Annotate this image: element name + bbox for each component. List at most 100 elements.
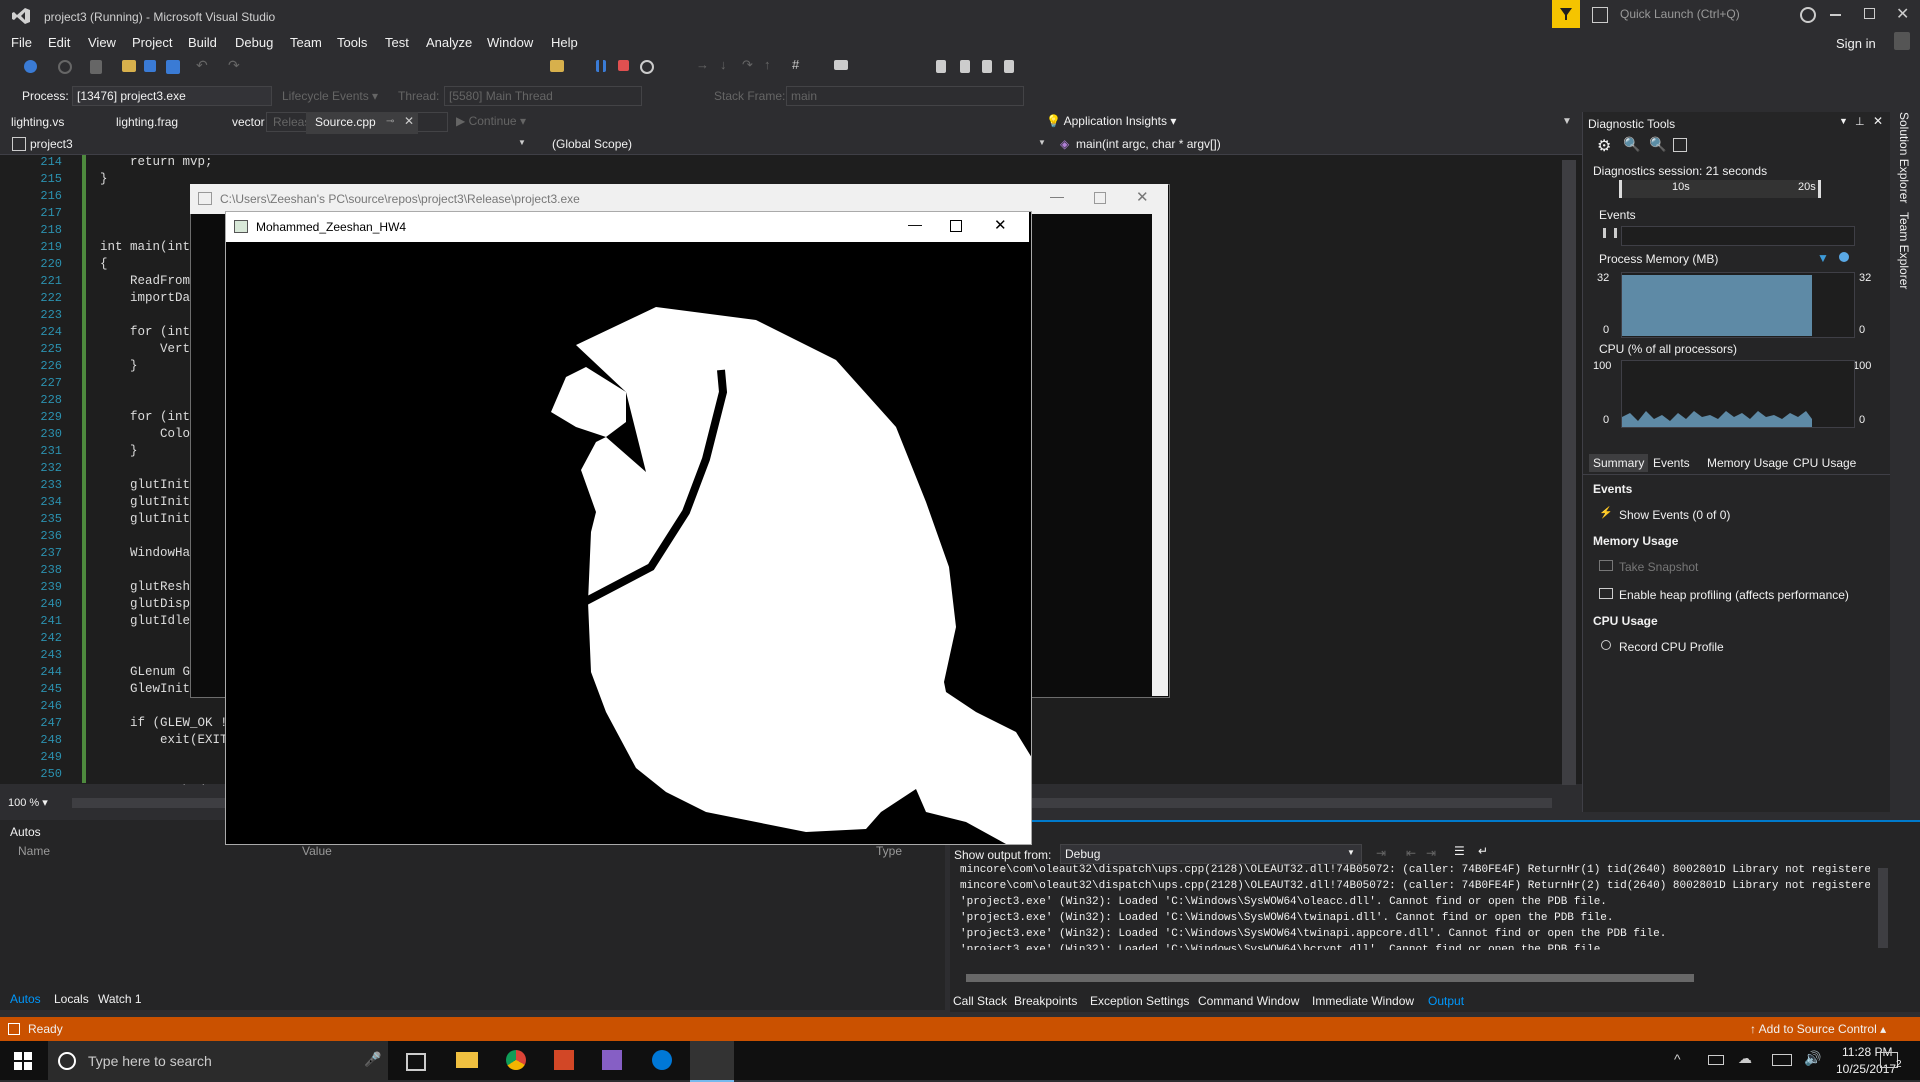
process-icon[interactable] [550, 60, 564, 72]
settings-gear-icon[interactable]: ⚙ [1597, 136, 1611, 156]
step-over-icon[interactable]: ↷ [742, 57, 758, 73]
cloud-icon[interactable]: ☁ [1738, 1050, 1752, 1067]
minimize-button[interactable] [1830, 14, 1841, 16]
project-dropdown[interactable]: project3 ▼ [8, 135, 528, 153]
tab-overflow-icon[interactable]: ▼ [1562, 116, 1572, 127]
show-next-statement-icon[interactable]: → [696, 57, 712, 73]
pin-icon[interactable]: ⊸ [386, 116, 394, 127]
stack-frame-select[interactable]: main [786, 86, 1024, 106]
thread-icon[interactable] [834, 60, 848, 70]
code-line[interactable]: importDat [100, 291, 198, 305]
code-line[interactable]: Verti [100, 342, 198, 356]
word-wrap-icon[interactable]: ↵ [1478, 844, 1488, 858]
code-line[interactable]: return mvp; [100, 155, 213, 169]
task-view-icon[interactable] [406, 1053, 426, 1071]
step-into-icon[interactable]: ↓ [720, 57, 736, 73]
back-icon[interactable] [24, 60, 37, 73]
tab-vector[interactable]: vector [232, 115, 265, 129]
redo-icon[interactable]: ↷ [228, 57, 244, 73]
code-line[interactable]: GlewInitR [100, 682, 198, 696]
code-line[interactable]: glutIdleF [100, 614, 198, 628]
code-line[interactable]: glutInitW [100, 495, 198, 509]
forward-icon[interactable] [58, 60, 72, 74]
process-select[interactable]: [13476] project3.exe [72, 86, 272, 106]
menu-team[interactable]: Team [290, 35, 322, 50]
tab-exception-settings[interactable]: Exception Settings [1090, 994, 1189, 1008]
tab-memory-usage[interactable]: Memory Usage [1707, 456, 1788, 470]
console-scrollbar[interactable] [1152, 214, 1168, 696]
code-line[interactable]: { [100, 257, 108, 271]
tab-watch-1[interactable]: Watch 1 [98, 992, 142, 1006]
code-line[interactable]: Color [100, 427, 198, 441]
scope-dropdown[interactable]: (Global Scope) ▼ [548, 135, 1048, 153]
col-type[interactable]: Type [876, 844, 902, 858]
chrome-icon[interactable] [506, 1050, 526, 1070]
step-out-icon[interactable]: ↑ [764, 57, 780, 73]
restart-icon[interactable] [640, 60, 654, 74]
code-line[interactable]: } [100, 172, 108, 186]
code-line[interactable]: if (GLEW_OK != [100, 716, 235, 730]
console-minimize-button[interactable]: — [1050, 188, 1064, 204]
bookmark-next-icon[interactable] [982, 60, 992, 73]
stop-icon[interactable] [618, 60, 629, 71]
clear-bookmarks-icon[interactable] [1004, 60, 1014, 73]
show-hidden-icons[interactable]: ^ [1674, 1051, 1681, 1067]
code-line[interactable]: exit(EXIT_ [100, 733, 235, 747]
output-vertical-scrollbar[interactable] [1878, 868, 1888, 948]
output-horizontal-scrollbar[interactable] [966, 974, 1694, 982]
volume-icon[interactable]: 🔊 [1804, 1050, 1821, 1067]
zoom-out-icon[interactable]: 🔍 [1649, 136, 1666, 153]
tab-call-stack[interactable]: Call Stack [953, 994, 1007, 1008]
member-dropdown[interactable]: ◈ main(int argc, char * argv[]) [1058, 135, 1558, 153]
next-message-icon[interactable]: ⇥ [1426, 846, 1436, 860]
hex-display-icon[interactable]: # [792, 57, 808, 73]
save-icon[interactable] [144, 60, 156, 72]
console-maximize-button[interactable] [1094, 192, 1106, 204]
tab-summary[interactable]: Summary [1589, 454, 1649, 472]
powerpoint-icon[interactable] [554, 1050, 574, 1070]
code-line[interactable]: } [100, 444, 138, 458]
tab-autos[interactable]: Autos [10, 992, 41, 1006]
panel-menu-icon[interactable]: ▼ [1839, 116, 1848, 126]
team-explorer-tab[interactable]: Team Explorer [1897, 212, 1911, 289]
menu-test[interactable]: Test [385, 35, 409, 50]
menu-tools[interactable]: Tools [337, 35, 367, 50]
code-line[interactable]: WindowHan [100, 546, 198, 560]
bookmark-icon[interactable] [936, 60, 946, 73]
windows-start-icon[interactable] [14, 1052, 32, 1070]
code-line[interactable]: glutInitD [100, 512, 198, 526]
lifecycle-events-button[interactable]: Lifecycle Events ▾ [282, 89, 378, 103]
timeline-ruler[interactable]: 10s 20s [1619, 180, 1821, 198]
col-value[interactable]: Value [302, 844, 332, 858]
record-cpu-profile-button[interactable]: Record CPU Profile [1619, 640, 1724, 654]
app-maximize-button[interactable] [950, 220, 962, 232]
close-button[interactable]: ✕ [1896, 4, 1909, 24]
tab-breakpoints[interactable]: Breakpoints [1014, 994, 1077, 1008]
notifications-icon[interactable] [1592, 7, 1608, 23]
battery-icon[interactable] [1708, 1055, 1724, 1065]
show-events-link[interactable]: Show Events (0 of 0) [1619, 508, 1730, 522]
pause-icon[interactable] [596, 60, 606, 72]
quick-launch-input[interactable]: Quick Launch (Ctrl+Q) [1614, 4, 1794, 24]
opengl-app-window[interactable] [225, 211, 1032, 845]
tab-cpu-usage[interactable]: CPU Usage [1793, 456, 1856, 470]
tab-close-icon[interactable]: ✕ [404, 114, 414, 128]
console-close-button[interactable]: ✕ [1136, 188, 1149, 206]
editor-vertical-scrollbar[interactable] [1562, 160, 1576, 785]
save-all-icon[interactable] [166, 60, 180, 74]
feedback-filter-icon[interactable] [1552, 0, 1580, 28]
code-line[interactable]: glutInit( [100, 478, 198, 492]
tab-locals[interactable]: Locals [54, 992, 89, 1006]
edge-icon[interactable] [652, 1050, 672, 1070]
output-source-select[interactable]: Debug ▼ [1060, 844, 1362, 864]
app-taskbar-icon[interactable] [690, 1041, 734, 1082]
menu-analyze[interactable]: Analyze [426, 35, 472, 50]
menu-help[interactable]: Help [551, 35, 578, 50]
code-line[interactable]: for (int [100, 325, 190, 339]
tab-immediate-window[interactable]: Immediate Window [1312, 994, 1414, 1008]
code-line[interactable]: GLenum Gl [100, 665, 198, 679]
thread-select[interactable]: [5580] Main Thread [444, 86, 642, 106]
menu-debug[interactable]: Debug [235, 35, 273, 50]
code-line[interactable]: glutResha [100, 580, 198, 594]
menu-file[interactable]: File [11, 35, 32, 50]
